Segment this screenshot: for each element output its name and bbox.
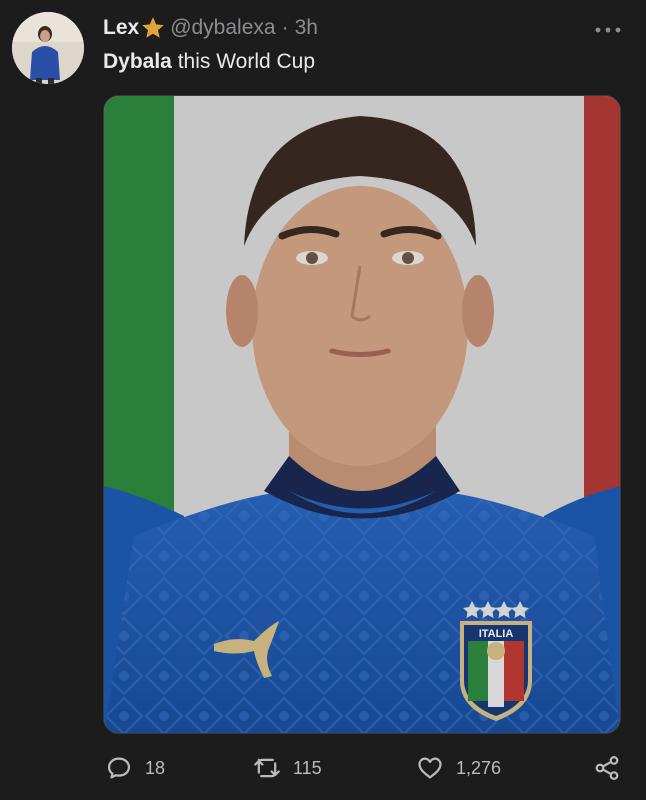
separator-dot: · xyxy=(281,16,289,39)
tweet-text-rest: this World Cup xyxy=(171,50,316,73)
tweet[interactable]: Lex @dybalexa · 3h Dybala this World Cup xyxy=(0,0,646,800)
share-icon xyxy=(595,756,619,780)
avatar[interactable] xyxy=(12,12,84,84)
like-button[interactable]: 1,276 xyxy=(416,750,501,786)
player-photo: ITALIA xyxy=(104,96,620,733)
reply-button[interactable]: 18 xyxy=(105,750,165,786)
avatar-image xyxy=(12,12,84,84)
heart-icon xyxy=(418,757,442,779)
display-name[interactable]: Lex xyxy=(103,14,139,42)
share-button[interactable] xyxy=(593,750,621,786)
action-bar: 18 115 1,276 xyxy=(103,750,621,786)
tweet-text-bold: Dybala xyxy=(103,50,172,73)
tweet-photo[interactable]: ITALIA xyxy=(103,95,621,734)
star-icon xyxy=(140,15,166,41)
like-count: 1,276 xyxy=(456,757,502,778)
more-icon[interactable] xyxy=(594,22,622,33)
user-handle[interactable]: @dybalexa xyxy=(170,14,275,42)
tweet-header: Lex @dybalexa · 3h xyxy=(103,14,318,42)
reply-icon xyxy=(107,757,131,779)
retweet-icon xyxy=(254,758,280,778)
retweet-count: 115 xyxy=(293,757,322,778)
timestamp[interactable]: 3h xyxy=(295,14,318,42)
reply-count: 18 xyxy=(145,757,166,778)
retweet-button[interactable]: 115 xyxy=(253,750,322,786)
tweet-text: Dybala this World Cup xyxy=(103,48,315,76)
